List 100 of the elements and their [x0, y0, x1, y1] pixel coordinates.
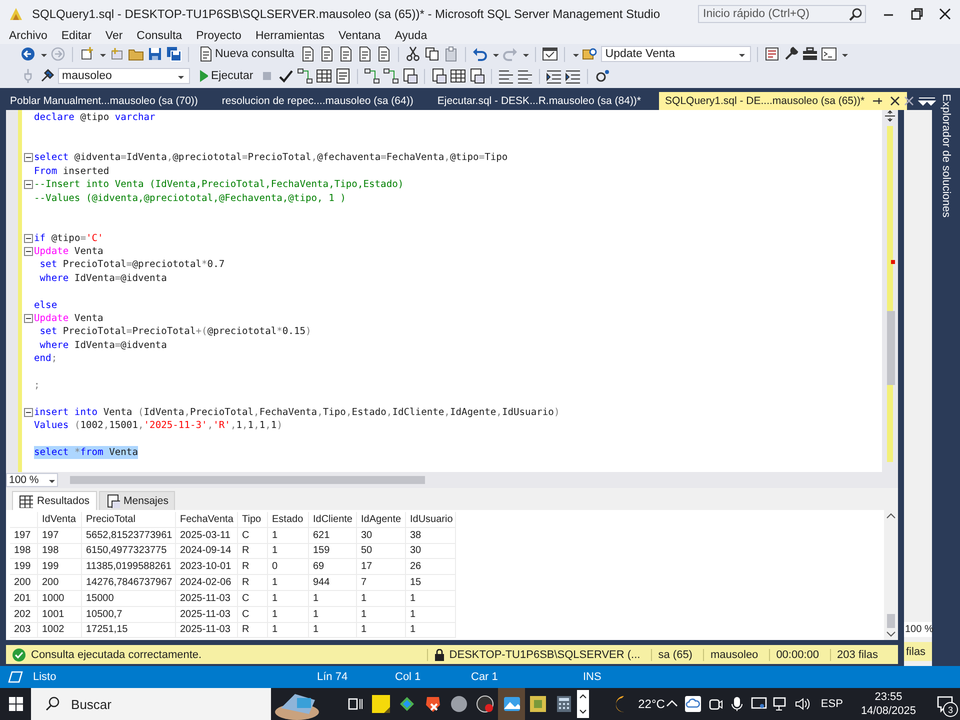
copy-icon[interactable]	[424, 46, 440, 62]
cloud-icon[interactable]	[684, 696, 701, 712]
object-dropdown[interactable]: Update Venta	[601, 46, 752, 62]
menu-item[interactable]: Ver	[100, 30, 132, 42]
tab-list-icon[interactable]	[918, 96, 928, 106]
scrollbar-thumb[interactable]	[887, 310, 895, 385]
app-icon[interactable]	[450, 695, 468, 713]
execute-button[interactable]: Ejecutar	[193, 67, 256, 85]
horizontal-scrollbar[interactable]	[70, 476, 425, 484]
undo-icon[interactable]	[472, 46, 488, 62]
restore-icon[interactable]	[910, 7, 924, 21]
save-icon[interactable]	[147, 46, 163, 62]
toolbox-icon[interactable]	[802, 46, 818, 62]
photos-icon[interactable]	[502, 695, 521, 713]
window-icon[interactable]	[542, 46, 558, 62]
grid-icon[interactable]	[450, 68, 466, 84]
pin-icon[interactable]	[870, 95, 883, 107]
menu-item[interactable]: Ventana	[333, 30, 390, 42]
scroll-arrows-icon[interactable]	[576, 690, 589, 718]
collapse-icon[interactable]	[24, 180, 32, 190]
indent-icon[interactable]	[565, 68, 582, 84]
document-tab[interactable]: SQLQuery1.sql - DE....mausoleo (sa (65))*	[659, 92, 907, 110]
database-dropdown[interactable]: mausoleo	[58, 68, 190, 84]
menu-item[interactable]: Proyecto	[191, 30, 250, 42]
connection-icon[interactable]	[39, 68, 55, 84]
menu-item[interactable]: Herramientas	[250, 30, 334, 42]
tab-list-icon[interactable]	[924, 95, 937, 107]
query-file-icon[interactable]	[319, 46, 336, 62]
properties-icon[interactable]	[764, 46, 780, 62]
find-icon[interactable]	[582, 46, 598, 62]
task-view-icon[interactable]	[346, 696, 363, 712]
comment-icon[interactable]	[498, 68, 514, 84]
quick-launch-field[interactable]: Inicio rápido (Ctrl+Q)	[698, 5, 866, 23]
results-tab[interactable]: Resultados	[12, 491, 97, 510]
file-icon[interactable]	[469, 68, 486, 84]
speaker-icon[interactable]	[794, 696, 811, 712]
notification-icon[interactable]	[936, 695, 954, 713]
new-query-button[interactable]: Nueva consulta	[195, 45, 298, 63]
close-icon[interactable]	[888, 95, 901, 107]
column-header[interactable]: Tipo	[238, 512, 268, 528]
column-header[interactable]: IdAgente	[357, 512, 406, 528]
query-file-icon[interactable]	[338, 46, 354, 62]
note-icon[interactable]	[372, 695, 390, 713]
language-indicator[interactable]: ESP	[816, 698, 847, 710]
grid-icon[interactable]	[316, 68, 332, 84]
close-icon[interactable]	[938, 7, 952, 21]
menu-item[interactable]: Consulta	[132, 30, 192, 42]
wrench-icon[interactable]	[783, 46, 800, 62]
menu-item[interactable]: Archivo	[4, 30, 56, 42]
results-scrollbar[interactable]	[884, 510, 898, 640]
column-header[interactable]: Estado	[268, 512, 309, 528]
check-icon[interactable]	[278, 68, 294, 84]
taskbar-search-field[interactable]: Buscar	[31, 688, 272, 720]
calculator-icon[interactable]	[554, 695, 573, 713]
column-header[interactable]: FechaVenta	[176, 512, 238, 528]
settings-icon[interactable]	[594, 68, 610, 84]
query-file-icon[interactable]	[300, 46, 316, 62]
collapse-icon[interactable]	[24, 408, 32, 417]
app-icon[interactable]	[398, 695, 416, 713]
column-header[interactable]: IdCliente	[309, 512, 357, 528]
results-tab[interactable]: Mensajes	[98, 491, 176, 510]
file-icon[interactable]	[431, 68, 448, 84]
document-tab[interactable]: resolucion de repec....mausoleo (sa (64))	[216, 92, 420, 110]
collapse-icon[interactable]	[24, 153, 32, 162]
record-icon[interactable]	[476, 695, 494, 713]
code-line: end;	[34, 352, 58, 366]
plan-icon[interactable]	[364, 68, 380, 84]
save-all-icon[interactable]	[166, 46, 182, 62]
console-icon[interactable]	[821, 46, 838, 62]
split-icon[interactable]	[884, 110, 896, 122]
zoom-dropdown[interactable]: 100 %	[6, 473, 58, 487]
vertical-scrollbar[interactable]	[882, 110, 898, 472]
collapse-icon[interactable]	[24, 314, 32, 324]
windows-logo-icon[interactable]	[8, 696, 24, 712]
column-header[interactable]: IdVenta	[38, 512, 82, 528]
solution-explorer-tab[interactable]: Explorador de soluciones	[940, 94, 952, 218]
close-icon[interactable]	[904, 96, 914, 106]
text-icon[interactable]	[335, 68, 352, 84]
document-tab[interactable]: Poblar Manualment...mausoleo (sa (70))	[4, 92, 204, 110]
comment-icon[interactable]	[517, 68, 534, 84]
indent-icon[interactable]	[546, 68, 562, 84]
file-icon[interactable]	[402, 68, 418, 84]
collapse-icon[interactable]	[24, 234, 32, 243]
plan-icon[interactable]	[297, 68, 314, 84]
scissors-icon[interactable]	[405, 46, 422, 62]
taskbar-clock[interactable]: 23:55 14/08/2025	[852, 690, 924, 718]
query-file-icon[interactable]	[376, 46, 392, 62]
query-file-icon[interactable]	[357, 46, 374, 62]
menu-item[interactable]: Editar	[56, 30, 100, 42]
menu-item[interactable]: Ayuda	[390, 30, 436, 42]
collapse-icon[interactable]	[24, 247, 32, 256]
plan-icon[interactable]	[383, 68, 400, 84]
new-project-icon[interactable]	[79, 46, 95, 62]
column-header[interactable]: IdUsuario	[406, 512, 456, 528]
temperature[interactable]: 22°C	[638, 697, 665, 711]
scrollbar-thumb[interactable]	[887, 614, 895, 628]
microphone-icon[interactable]	[728, 696, 745, 712]
document-tab[interactable]: Ejecutar.sql - DESK...R.mausoleo (sa (84))*	[431, 92, 648, 110]
app-icon[interactable]	[528, 695, 547, 713]
column-header[interactable]: PrecioTotal	[82, 512, 176, 528]
